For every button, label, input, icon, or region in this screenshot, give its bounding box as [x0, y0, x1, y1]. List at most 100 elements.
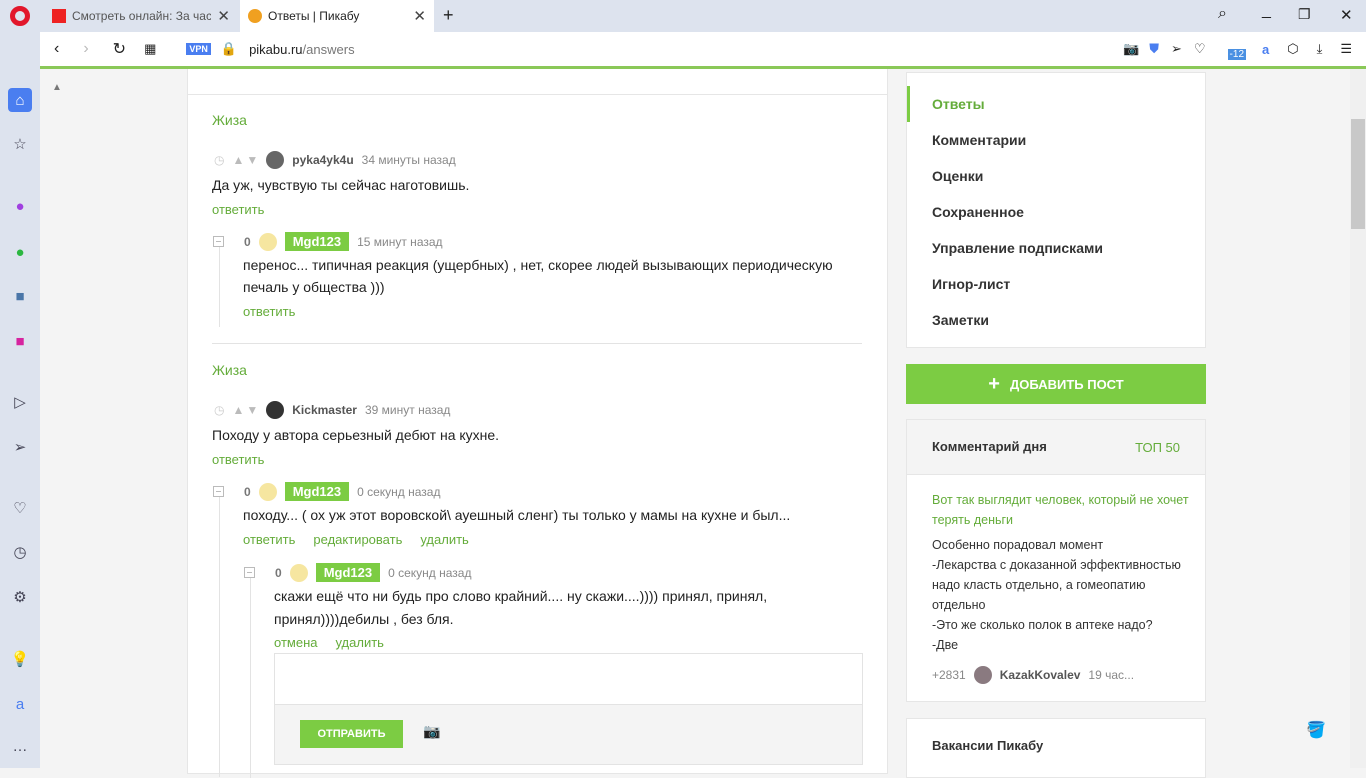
more-icon[interactable]: … [8, 734, 32, 758]
scroll-up-icon[interactable]: ▲ [52, 82, 62, 93]
forward-icon[interactable]: › [83, 40, 88, 58]
author-link[interactable]: pyka4yk4u [292, 153, 353, 167]
reply-link[interactable]: ответить [243, 304, 295, 319]
top50-link[interactable]: ТОП 50 [1135, 440, 1180, 455]
avatar[interactable] [266, 151, 285, 169]
collapse-icon[interactable] [244, 567, 255, 578]
messenger-icon[interactable]: ● [8, 194, 32, 218]
instagram-icon[interactable]: ■ [8, 329, 32, 353]
menu-item-saved[interactable]: Сохраненное [932, 204, 1024, 220]
player-icon[interactable]: ▷ [8, 390, 32, 414]
menu-item-answers[interactable]: Ответы [932, 96, 985, 112]
heart-icon[interactable]: ♡ [8, 496, 32, 520]
send-icon[interactable]: ➢ [1171, 41, 1182, 57]
post-tag-link[interactable]: Жиза [212, 112, 247, 128]
close-window-button[interactable]: ✕ [1340, 6, 1353, 24]
extension-badge[interactable]: -12 [1227, 48, 1246, 60]
search-icon[interactable]: ⌕ [1218, 5, 1227, 23]
vk-icon[interactable]: ■ [8, 284, 32, 308]
menu-item-ratings[interactable]: Оценки [932, 168, 983, 184]
rating: 0 [244, 484, 251, 499]
reply-link[interactable]: ответить [212, 202, 264, 217]
send-icon[interactable]: ➢ [8, 435, 32, 459]
reload-icon[interactable]: ↻ [113, 39, 126, 59]
downvote-icon[interactable]: ▼ [246, 403, 258, 417]
cube-icon[interactable]: ⬡ [1287, 41, 1298, 57]
delete-link[interactable]: удалить [335, 635, 383, 650]
translate-icon[interactable]: a [1262, 42, 1269, 57]
avatar[interactable] [266, 401, 285, 419]
author-badge[interactable]: Mgd123 [284, 482, 350, 501]
translate-icon[interactable]: a [8, 692, 32, 716]
author-link[interactable]: Kickmaster [292, 403, 357, 417]
comment-time: 0 секунд назад [388, 565, 472, 580]
upvote-icon[interactable]: ▲ [232, 153, 244, 167]
menu-item-subscriptions[interactable]: Управление подписками [932, 240, 1103, 256]
history-icon[interactable]: ◷ [8, 540, 32, 564]
tab-inactive[interactable]: Смотреть онлайн: За час д ✕ [44, 0, 238, 32]
avatar[interactable] [258, 482, 277, 501]
edit-link[interactable]: редактировать [313, 532, 402, 547]
restore-button[interactable]: ❐ [1298, 6, 1311, 23]
comment-text: Да уж, чувствую ты сейчас наготовишь. [212, 177, 470, 193]
heart-icon[interactable]: ♡ [1194, 41, 1206, 57]
vpn-badge[interactable]: VPN [186, 43, 211, 55]
delete-link[interactable]: удалить [420, 532, 468, 547]
whatsapp-icon[interactable]: ● [8, 240, 32, 264]
tab-active[interactable]: Ответы | Пикабу ✕ [240, 0, 434, 32]
widget-title: Комментарий дня [932, 439, 1047, 454]
plus-icon: + [988, 372, 1000, 395]
camera-icon[interactable]: 📷 [423, 723, 440, 740]
reply-editor: ОТПРАВИТЬ 📷 [274, 653, 863, 765]
reply-link[interactable]: ответить [212, 452, 264, 467]
author-badge[interactable]: Mgd123 [315, 563, 381, 582]
minimize-button[interactable]: _ [1262, 2, 1271, 20]
cancel-link[interactable]: отмена [274, 635, 317, 650]
submit-button[interactable]: ОТПРАВИТЬ [300, 720, 403, 748]
home-icon[interactable]: ⌂ [8, 88, 32, 112]
bulb-icon[interactable]: 💡 [8, 647, 32, 671]
opera-logo[interactable] [10, 6, 30, 26]
settings-icon[interactable]: ⚙ [8, 585, 32, 609]
comment-of-day: Комментарий дня ТОП 50 Вот так выглядит … [906, 419, 1206, 702]
post-link[interactable]: Вот так выглядит человек, который не хоч… [932, 490, 1192, 530]
star-icon[interactable]: ☆ [8, 132, 32, 156]
avatar[interactable] [258, 232, 277, 251]
close-tab-icon[interactable]: ✕ [413, 7, 426, 25]
comment-meta: 0 Mgd123 0 секунд назад [244, 563, 471, 582]
collapse-icon[interactable] [213, 236, 224, 247]
back-icon[interactable]: ‹ [54, 40, 59, 58]
menu-item-notes[interactable]: Заметки [932, 312, 989, 328]
new-tab-button[interactable]: + [443, 5, 454, 26]
pikabu-favicon [248, 9, 262, 23]
settings-sliders-icon[interactable]: ☰ [1340, 41, 1352, 57]
reply-link[interactable]: ответить [243, 532, 295, 547]
download-icon[interactable]: ⤓ [1317, 41, 1323, 57]
adblock-shield-icon[interactable]: ⛊ [1149, 41, 1159, 57]
paint-bucket-icon[interactable]: 🪣 [1306, 720, 1326, 740]
downvote-icon[interactable]: ▼ [246, 153, 258, 167]
opera-sidebar: ⌂ ☆ ● ● ■ ■ ▷ ➢ ♡ ◷ ⚙ 💡 a … [0, 32, 40, 768]
scrollbar[interactable] [1350, 69, 1366, 768]
post-tag-link[interactable]: Жиза [212, 362, 247, 378]
rating: +2831 [932, 668, 966, 682]
address-bar: ‹ › ↻ ▦ VPN 🔒 pikabu.ru/answers 📷 ⛊ ➢ ♡ … [40, 32, 1366, 69]
avatar[interactable] [289, 563, 308, 582]
url-path[interactable]: /answers [303, 42, 355, 57]
rating: 0 [244, 234, 251, 249]
menu-item-comments[interactable]: Комментарии [932, 132, 1026, 148]
menu-item-ignore-list[interactable]: Игнор-лист [932, 276, 1010, 292]
author-link[interactable]: KazakKovalev [1000, 668, 1081, 682]
close-tab-icon[interactable]: ✕ [217, 7, 230, 25]
scrollbar-thumb[interactable] [1351, 119, 1365, 229]
add-post-button[interactable]: + ДОБАВИТЬ ПОСТ [906, 364, 1206, 404]
avatar[interactable] [973, 666, 992, 684]
url-host[interactable]: pikabu.ru [249, 42, 302, 57]
comment-time: 19 час... [1088, 668, 1135, 682]
camera-icon[interactable]: 📷 [1123, 41, 1139, 57]
author-badge[interactable]: Mgd123 [284, 232, 350, 251]
reply-textarea[interactable] [275, 654, 862, 704]
collapse-icon[interactable] [213, 486, 224, 497]
upvote-icon[interactable]: ▲ [232, 403, 244, 417]
speed-dial-icon[interactable]: ▦ [144, 41, 156, 57]
